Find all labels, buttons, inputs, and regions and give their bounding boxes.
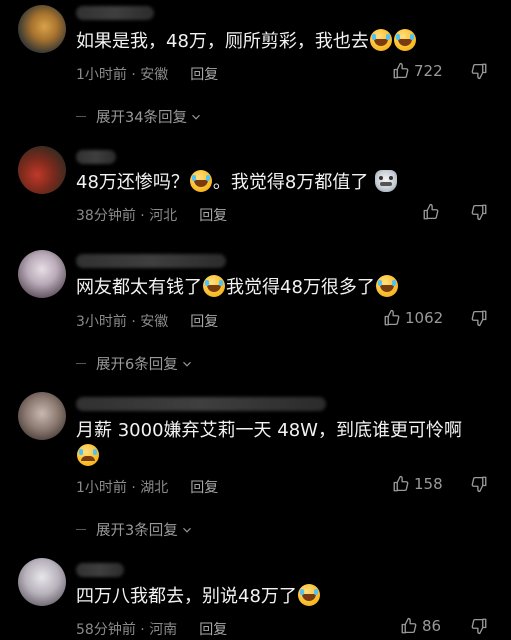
comment-meta: 3小时前 · 安徽 回复 — [76, 314, 219, 330]
comment-text: 如果是我，48万，厕所剪彩，我也去 — [76, 29, 417, 55]
chevron-down-icon — [192, 114, 200, 120]
dislike-button[interactable] — [470, 62, 488, 84]
comment-text: 48万还惨吗？ 。我觉得8万都值了 — [76, 170, 398, 196]
dislike-button[interactable] — [470, 309, 488, 331]
chevron-down-icon — [182, 527, 191, 533]
dislike-button[interactable] — [470, 617, 488, 639]
laughing-crying-emoji-icon — [369, 29, 392, 51]
avatar[interactable] — [18, 146, 66, 194]
divider — [76, 116, 86, 117]
expand-replies-button[interactable]: 展开3条回复 — [76, 519, 194, 540]
laughing-crying-emoji-icon — [203, 275, 225, 297]
reply-button[interactable]: 回复 — [199, 208, 227, 224]
reply-button[interactable]: 回复 — [190, 480, 218, 496]
like-count: 1062 — [405, 309, 444, 327]
chevron-down-icon — [182, 361, 191, 367]
comment-text: 月薪 3000嫌弃艾莉一天 48W，到底谁更可怜啊 — [76, 418, 462, 470]
thumbs-down-icon — [471, 618, 487, 635]
thumbs-up-icon — [384, 309, 400, 326]
laughing-crying-emoji-icon — [297, 584, 320, 606]
expand-replies-button[interactable]: 展开6条回复 — [76, 353, 194, 374]
thumbs-down-icon — [471, 204, 487, 221]
laughing-crying-emoji-icon — [375, 275, 398, 297]
like-button[interactable]: 158 — [392, 475, 443, 493]
laughing-crying-emoji-icon — [393, 29, 416, 51]
avatar[interactable] — [18, 392, 66, 440]
like-button[interactable]: 86 — [400, 617, 441, 635]
divider — [76, 529, 86, 530]
avatar[interactable] — [18, 5, 66, 53]
username-blurred[interactable] — [76, 254, 226, 268]
thumbs-up-icon — [401, 617, 417, 634]
avatar[interactable] — [18, 250, 66, 298]
reply-button[interactable]: 回复 — [199, 622, 227, 638]
comment-meta: 1小时前 · 安徽 回复 — [76, 67, 219, 83]
comment-meta: 58分钟前 · 河南 回复 — [76, 622, 228, 638]
like-button[interactable] — [422, 203, 444, 221]
username-blurred[interactable] — [76, 397, 326, 411]
thumbs-down-icon — [471, 63, 487, 80]
thumbs-up-icon — [393, 475, 409, 492]
like-count: 722 — [414, 62, 443, 80]
dislike-button[interactable] — [470, 475, 488, 497]
reply-button[interactable]: 回复 — [190, 67, 218, 83]
like-button[interactable]: 722 — [392, 62, 443, 80]
comment-text: 网友都太有钱了 我觉得48万很多了 — [76, 275, 399, 301]
like-count: 158 — [414, 475, 443, 493]
thumbs-up-icon — [393, 62, 409, 79]
dislike-button[interactable] — [470, 203, 488, 225]
like-count: 86 — [422, 617, 442, 635]
expand-replies-button[interactable]: 展开34条回复 — [76, 106, 203, 127]
crying-emoji-icon — [77, 444, 99, 466]
username-blurred[interactable] — [76, 563, 124, 577]
like-button[interactable]: 1062 — [383, 309, 443, 327]
cat-emoji-icon — [375, 170, 398, 192]
thumbs-up-icon — [423, 203, 439, 220]
avatar[interactable] — [18, 558, 66, 606]
divider — [76, 363, 86, 364]
username-blurred[interactable] — [76, 150, 116, 164]
thumbs-down-icon — [471, 476, 487, 493]
username-blurred[interactable] — [76, 6, 154, 20]
thumbs-down-icon — [471, 310, 487, 327]
comment-text: 四万八我都去，别说48万了 — [76, 584, 321, 610]
laughing-crying-emoji-icon — [189, 170, 212, 192]
reply-button[interactable]: 回复 — [190, 314, 218, 330]
comment-meta: 1小时前 · 湖北 回复 — [76, 480, 219, 496]
comment-meta: 38分钟前 · 河北 回复 — [76, 208, 228, 224]
